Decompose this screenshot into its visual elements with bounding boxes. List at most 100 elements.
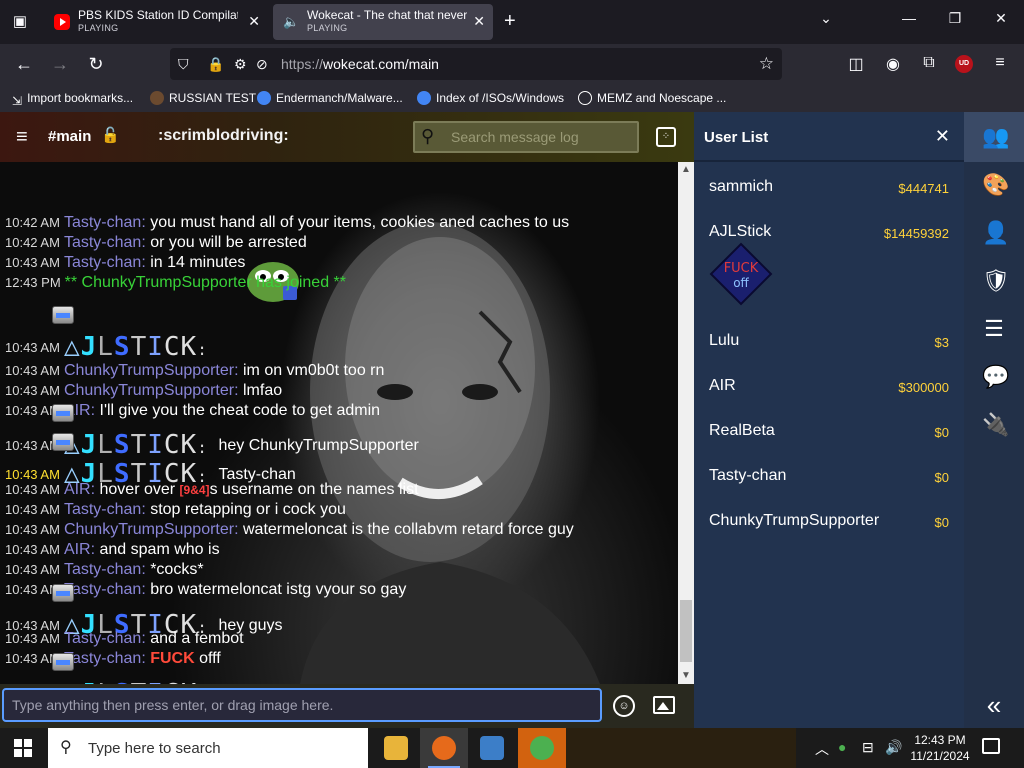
- user-list-item[interactable]: Lulu $3: [709, 332, 949, 350]
- unlock-icon[interactable]: 🔓: [101, 126, 120, 144]
- bookmark-russian-test[interactable]: RUSSIAN TEST: [150, 91, 256, 105]
- user-list-item[interactable]: RealBeta $0: [709, 422, 949, 440]
- user-list-panel: User List ✕ sammich $444741 AJLStick $14459…: [694, 112, 964, 728]
- reload-icon[interactable]: ↻: [84, 53, 108, 75]
- message-input[interactable]: [2, 688, 602, 722]
- forward-arrow-icon[interactable]: →: [48, 53, 72, 75]
- user-list-item[interactable]: AIR $300000: [709, 377, 949, 395]
- message-username[interactable]: Tasty-chan: [64, 234, 141, 251]
- network-icon[interactable]: ⊟: [862, 739, 874, 756]
- fancy-username[interactable]: △JLSTICK:: [64, 332, 208, 362]
- extensions-icon[interactable]: ⧉: [918, 54, 940, 72]
- shield-icon[interactable]: ⛉: [178, 56, 189, 73]
- message-username[interactable]: Tasty-chan: [64, 501, 141, 518]
- bookmark-label: Endermanch/Malware...: [276, 91, 403, 105]
- message-text: and a fembot: [150, 630, 244, 647]
- shield-icon[interactable]: 🛡: [982, 269, 1010, 293]
- message-timestamp: 10:43 AM: [5, 482, 60, 497]
- frog-app[interactable]: [518, 728, 566, 768]
- profile-icon[interactable]: 👤: [982, 221, 1009, 245]
- tab-overflow-chevron-icon[interactable]: ⌄: [814, 10, 838, 27]
- tab-pbs-kids[interactable]: PBS KIDS Station ID Compilation PLAYING …: [44, 4, 268, 40]
- palette-icon[interactable]: 🎨: [982, 173, 1009, 197]
- url-text[interactable]: https://wokecat.com/main: [281, 56, 439, 72]
- dice-icon[interactable]: ⁘: [656, 127, 676, 147]
- message-search[interactable]: ⚲: [413, 121, 639, 153]
- user-list-item[interactable]: sammich $444741: [709, 178, 949, 196]
- permissions-icon[interactable]: ⚙: [234, 56, 247, 73]
- image-upload-icon[interactable]: [653, 696, 675, 714]
- message-username[interactable]: Tasty-chan: [64, 650, 141, 667]
- message-username[interactable]: ChunkyTrumpSupporter: [64, 382, 234, 399]
- app-window-icon[interactable]: [468, 728, 516, 768]
- message-username[interactable]: ChunkyTrumpSupporter: [64, 521, 234, 538]
- file-explorer-app[interactable]: [372, 728, 420, 768]
- message-username[interactable]: Tasty-chan: [64, 561, 141, 578]
- speaker-icon[interactable]: 🔈: [283, 14, 299, 30]
- tray-chevron-up-icon[interactable]: ︿: [815, 739, 829, 759]
- pocket-icon[interactable]: ◫: [845, 54, 867, 74]
- maximize-button[interactable]: ❐: [943, 10, 967, 27]
- taskbar-search[interactable]: ⚲: [48, 728, 368, 768]
- plug-icon[interactable]: 🔌: [982, 413, 1009, 437]
- minimize-button[interactable]: —: [897, 10, 921, 26]
- message-username[interactable]: AIR: [64, 481, 91, 498]
- close-icon[interactable]: ✕: [473, 13, 485, 30]
- fancy-username-char: S: [113, 430, 131, 460]
- message-username[interactable]: Tasty-chan: [64, 630, 141, 647]
- notification-icon[interactable]: [982, 738, 1000, 754]
- bookmark-memz[interactable]: MEMZ and Noescape ...: [578, 91, 726, 105]
- tab-list-icon[interactable]: ▣: [8, 10, 32, 34]
- message-text: bro watermeloncat istg vyour so gay: [150, 581, 407, 598]
- user-list-item[interactable]: ChunkyTrumpSupporter $0: [709, 512, 949, 530]
- menu-hamburger-icon[interactable]: ≡: [989, 54, 1011, 72]
- fancy-username[interactable]: △JLSTICK:: [64, 430, 219, 460]
- lock-icon[interactable]: 🔒: [207, 56, 224, 73]
- scrollbar-thumb[interactable]: [680, 600, 692, 662]
- tab-wokecat[interactable]: 🔈 Wokecat - The chat that never PLAYING …: [273, 4, 493, 40]
- account-icon[interactable]: ◉: [882, 54, 904, 74]
- menu-hamburger-icon[interactable]: ≡: [16, 126, 28, 149]
- firefox-app[interactable]: [420, 728, 468, 768]
- close-icon[interactable]: ✕: [248, 13, 260, 30]
- scroll-up-icon[interactable]: ▲: [678, 162, 694, 178]
- bookmark-label: Import bookmarks...: [27, 91, 134, 105]
- bookmark-star-icon[interactable]: ☆: [759, 54, 774, 74]
- window-close-button[interactable]: ✕: [989, 10, 1013, 27]
- bookmark-endermanch[interactable]: Endermanch/Malware...: [257, 91, 403, 105]
- message-timestamp: 10:43 AM: [5, 383, 60, 398]
- fancy-username-char: J: [80, 332, 98, 362]
- system-clock[interactable]: 12:43 PM 11/21/2024: [910, 732, 970, 764]
- user-list-title: User List: [704, 129, 769, 146]
- sliders-icon[interactable]: ☰: [982, 317, 1006, 341]
- collapse-chevrons-icon[interactable]: «: [982, 690, 1006, 721]
- extension-badge-icon[interactable]: UD: [955, 55, 973, 73]
- taskbar-search-input[interactable]: [88, 738, 348, 758]
- close-icon[interactable]: ✕: [935, 126, 950, 147]
- message-username[interactable]: Tasty-chan: [64, 581, 141, 598]
- user-name: RealBeta: [709, 422, 775, 439]
- autoplay-blocked-icon[interactable]: ⊘: [256, 56, 268, 73]
- message-username[interactable]: Tasty-chan: [64, 214, 141, 231]
- chat-bubbles-icon[interactable]: 💬: [982, 365, 1009, 389]
- bookmark-isos[interactable]: Index of /ISOs/Windows: [417, 91, 564, 105]
- user-list-item[interactable]: Tasty-chan $0: [709, 467, 949, 485]
- fancy-username-char: K: [180, 332, 198, 362]
- room-name[interactable]: #main: [48, 128, 91, 145]
- bookmark-import[interactable]: ⇲ Import bookmarks...: [12, 91, 133, 108]
- url-bar[interactable]: ⛉ 🔒 ⚙ ⊘ https://wokecat.com/main ☆: [170, 48, 782, 80]
- message-username[interactable]: AIR: [64, 541, 91, 558]
- emoji-icon[interactable]: ☺: [613, 695, 635, 717]
- users-icon[interactable]: 👥: [982, 125, 1009, 149]
- message-username[interactable]: ChunkyTrumpSupporter: [64, 362, 234, 379]
- volume-icon[interactable]: 🔊: [885, 739, 902, 756]
- scroll-down-icon[interactable]: ▼: [678, 668, 694, 684]
- new-tab-button[interactable]: +: [504, 10, 516, 32]
- search-input[interactable]: [451, 127, 631, 147]
- tray-app-icon[interactable]: ●: [838, 739, 846, 755]
- user-list-item[interactable]: AJLStick $14459392: [709, 223, 949, 241]
- back-arrow-icon[interactable]: ←: [12, 53, 36, 75]
- message-username[interactable]: Tasty-chan: [64, 254, 141, 271]
- user-balance: $0: [934, 425, 949, 440]
- windows-start-icon[interactable]: [14, 739, 32, 757]
